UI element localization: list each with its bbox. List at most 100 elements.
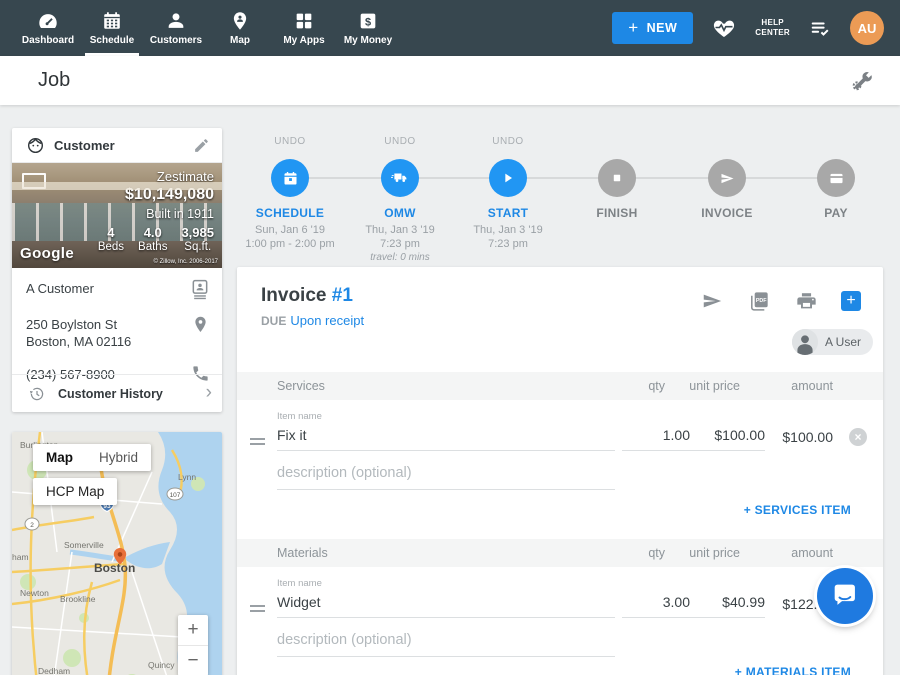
drag-handle-icon[interactable] <box>250 602 265 615</box>
baths-label: Baths <box>138 241 167 253</box>
qty-column-header: qty <box>590 546 665 560</box>
remove-service-item-button[interactable]: × <box>849 428 867 446</box>
unit-price-column-header: unit price <box>665 379 740 393</box>
map-zoom-out-button[interactable]: − <box>178 646 208 675</box>
zestimate-stats: 4Beds 4.0Baths 3,985Sq.ft. <box>98 225 214 253</box>
service-name-input[interactable] <box>277 425 615 451</box>
timeline-step-start: UNDO START Thu, Jan 3 '197:23 pm <box>453 130 563 251</box>
undo-start-button[interactable]: UNDO <box>453 136 563 150</box>
nav-right: + NEW HELP CENTER AU <box>612 0 900 56</box>
avatar-initials: AU <box>858 21 877 36</box>
new-button[interactable]: + NEW <box>612 12 693 44</box>
user-avatar[interactable]: AU <box>850 11 884 45</box>
job-progress-timeline: UNDO SCHEDULE Sun, Jan 6 '191:00 pm - 2:… <box>240 130 900 265</box>
help-center-button[interactable]: HELP CENTER <box>755 18 790 38</box>
nav-item-dashboard[interactable]: Dashboard <box>16 0 80 56</box>
nav-item-my-apps[interactable]: My Apps <box>272 0 336 56</box>
material-qty-input[interactable] <box>622 592 690 618</box>
map-type-map-button[interactable]: Map <box>33 444 86 471</box>
undo-schedule-button[interactable]: UNDO <box>235 136 345 150</box>
calendar-icon <box>282 170 299 187</box>
due-value-link[interactable]: Upon receipt <box>290 313 364 328</box>
service-qty-input[interactable] <box>622 425 690 451</box>
schedule-step-button[interactable] <box>271 159 309 197</box>
pdf-icon[interactable]: PDF <box>747 289 772 313</box>
services-header-label: Services <box>277 379 590 393</box>
nav-label: Schedule <box>90 35 134 46</box>
sqft-label: Sq.ft. <box>181 241 214 253</box>
invoice-step-button[interactable] <box>708 159 746 197</box>
step-label: START <box>453 206 563 220</box>
invoice-panel: Invoice #1 DUEUpon receipt PDF + A User … <box>237 267 883 675</box>
drag-handle-icon[interactable] <box>250 435 265 448</box>
dashboard-icon <box>37 10 59 32</box>
add-services-item-link[interactable]: + SERVICES ITEM <box>744 503 851 517</box>
step-date: Thu, Jan 3 '197:23 pm <box>345 223 455 251</box>
material-description-input[interactable] <box>277 630 615 657</box>
customer-card-title: Customer <box>54 138 115 153</box>
zestimate-overlay: Zestimate $10,149,080 Built in 1911 4Bed… <box>98 169 214 253</box>
customer-face-icon <box>26 136 45 155</box>
svg-text:ham: ham <box>12 552 29 562</box>
print-icon[interactable] <box>795 290 818 312</box>
history-clock-icon <box>28 385 46 403</box>
add-invoice-item-button[interactable]: + <box>841 291 861 311</box>
service-item-row: Item name $100.00 × <box>237 405 883 463</box>
step-label: INVOICE <box>672 206 782 220</box>
map-pin-icon <box>229 10 251 32</box>
new-button-label: NEW <box>647 21 678 35</box>
map-zoom-in-button[interactable]: + <box>178 615 208 645</box>
materials-section-header: Materials qty unit price amount <box>237 539 883 567</box>
unit-price-column-header: unit price <box>665 546 740 560</box>
credit-card-icon[interactable] <box>817 159 855 197</box>
hcp-map-button[interactable]: HCP Map <box>33 478 117 505</box>
service-description-input[interactable] <box>277 463 615 490</box>
qty-column-header: qty <box>590 379 665 393</box>
nav-item-customers[interactable]: Customers <box>144 0 208 56</box>
map-type-hybrid-button[interactable]: Hybrid <box>86 444 151 471</box>
help-center-line1: HELP <box>755 18 790 28</box>
nav-item-schedule[interactable]: Schedule <box>80 0 144 56</box>
svg-text:Newton: Newton <box>20 588 49 598</box>
timeline-step-omw: UNDO OMW Thu, Jan 3 '197:23 pm travel: 0… <box>345 130 455 263</box>
customers-icon <box>165 10 187 32</box>
invoice-number[interactable]: #1 <box>332 285 353 306</box>
heart-pulse-icon[interactable] <box>711 16 737 40</box>
timeline-step-schedule: UNDO SCHEDULE Sun, Jan 6 '191:00 pm - 2:… <box>235 130 345 251</box>
contact-card-icon[interactable] <box>190 278 210 300</box>
step-label: SCHEDULE <box>235 206 345 220</box>
start-step-button[interactable] <box>489 159 527 197</box>
activity-list-icon[interactable] <box>808 17 832 39</box>
svg-text:107: 107 <box>170 492 181 499</box>
assigned-user-chip[interactable]: A User <box>792 329 873 355</box>
item-name-label: Item name <box>277 411 322 422</box>
undo-omw-button[interactable]: UNDO <box>345 136 455 150</box>
step-label: OMW <box>345 206 455 220</box>
add-materials-item-link[interactable]: + MATERIALS ITEM <box>735 665 851 675</box>
beds-label: Beds <box>98 241 124 253</box>
nav-item-map[interactable]: Map <box>208 0 272 56</box>
timeline-step-pay: PAY <box>781 130 891 220</box>
omw-step-button[interactable] <box>381 159 419 197</box>
edit-pencil-icon[interactable] <box>193 137 210 154</box>
customer-history-row[interactable]: Customer History › <box>12 374 222 412</box>
material-name-input[interactable] <box>277 592 615 618</box>
map-zoom-control: + − <box>178 615 208 675</box>
nav-label: Map <box>230 35 250 46</box>
step-label: PAY <box>781 206 891 220</box>
streetview-photo-icon[interactable] <box>22 173 46 189</box>
page-header: Job <box>0 56 900 105</box>
customer-card-header: Customer <box>12 128 222 163</box>
send-invoice-icon[interactable] <box>700 290 724 312</box>
zestimate-photo[interactable]: Zestimate $10,149,080 Built in 1911 4Bed… <box>12 163 222 268</box>
svg-text:$: $ <box>365 16 371 28</box>
services-section-header: Services qty unit price amount <box>237 372 883 400</box>
nav-label: Dashboard <box>22 35 74 46</box>
finish-step-button[interactable] <box>598 159 636 197</box>
job-settings-icon[interactable] <box>850 69 874 93</box>
nav-item-my-money[interactable]: $ My Money <box>336 0 400 56</box>
chat-launcher-button[interactable] <box>817 568 873 624</box>
nav-items: Dashboard Schedule Customers Map My Apps <box>0 0 400 56</box>
play-icon <box>500 170 516 186</box>
location-pin-icon[interactable] <box>191 314 210 335</box>
